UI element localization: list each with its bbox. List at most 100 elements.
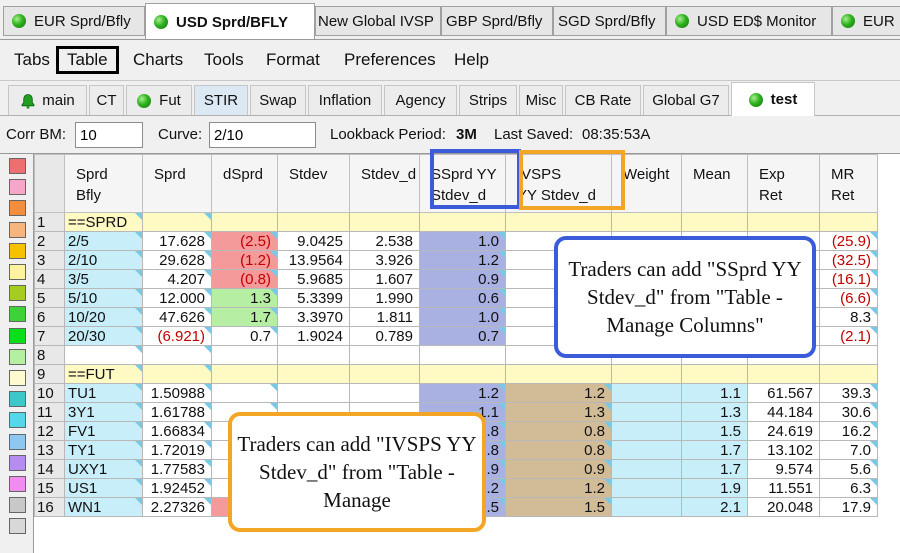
cell-weight[interactable] xyxy=(611,478,682,498)
cell-sprd[interactable]: 29.628 xyxy=(142,250,212,270)
cell-mean[interactable]: 1.7 xyxy=(681,440,748,460)
cell-mr-ret[interactable]: (16.1) xyxy=(819,269,878,289)
window-tab-sgd-sprd-bfly[interactable]: SGD Sprd/Bfly xyxy=(553,6,666,36)
cell-empty[interactable] xyxy=(681,364,748,384)
row-number[interactable]: 6 xyxy=(34,307,65,327)
cell-ivsps-yy-stdev-d[interactable]: 1.5 xyxy=(505,497,612,517)
cell-exp-ret[interactable]: 11.551 xyxy=(747,478,820,498)
cell-ssprd-yy-stdev-d[interactable]: 1.0 xyxy=(419,307,506,327)
cell-stdev[interactable]: 5.3399 xyxy=(277,288,350,308)
cell-sprd[interactable]: 1.61788 xyxy=(142,402,212,422)
cell-mean[interactable]: 1.7 xyxy=(681,459,748,479)
cell-ssprd-yy-stdev-d[interactable]: 1.0 xyxy=(419,231,506,251)
cell-mean[interactable]: 1.5 xyxy=(681,421,748,441)
tab-test[interactable]: test xyxy=(731,82,815,116)
cell-empty[interactable] xyxy=(142,212,212,232)
column-header[interactable]: MR Ret xyxy=(819,154,878,213)
cell-sprd[interactable]: 17.628 xyxy=(142,231,212,251)
cell-name[interactable]: 5/10 xyxy=(64,288,143,308)
color-swatch[interactable] xyxy=(9,264,26,280)
cell-sprd[interactable]: 1.72019 xyxy=(142,440,212,460)
cell-empty[interactable] xyxy=(277,345,350,365)
cell-weight[interactable] xyxy=(611,402,682,422)
cell-empty[interactable] xyxy=(211,212,278,232)
cell-empty[interactable] xyxy=(211,345,278,365)
color-swatch[interactable] xyxy=(9,391,26,408)
cell-stdev[interactable] xyxy=(277,383,350,403)
cell-dsprd[interactable]: 1.3 xyxy=(211,288,278,308)
menu-help[interactable]: Help xyxy=(446,46,497,74)
cell-stdev[interactable]: 13.9564 xyxy=(277,250,350,270)
cell-mr-ret[interactable]: 7.0 xyxy=(819,440,878,460)
cell-dsprd[interactable]: (2.5) xyxy=(211,231,278,251)
cell-empty[interactable] xyxy=(277,212,350,232)
row-number[interactable]: 8 xyxy=(34,345,65,365)
cell-name[interactable]: WN1 xyxy=(64,497,143,517)
row-number[interactable]: 3 xyxy=(34,250,65,270)
cell-name[interactable]: 3/5 xyxy=(64,269,143,289)
tab-agency[interactable]: Agency xyxy=(384,85,457,115)
cell-mr-ret[interactable]: 16.2 xyxy=(819,421,878,441)
color-swatch[interactable] xyxy=(9,221,26,238)
cell-mr-ret[interactable]: 8.3 xyxy=(819,307,878,327)
row-number[interactable]: 1 xyxy=(34,212,65,232)
color-swatch[interactable] xyxy=(9,179,26,196)
cell-weight[interactable] xyxy=(611,497,682,517)
cell-weight[interactable] xyxy=(611,459,682,479)
cell-exp-ret[interactable]: 9.574 xyxy=(747,459,820,479)
window-tab-usd-sprd-bfly[interactable]: USD Sprd/BFLY xyxy=(145,3,315,39)
cell-stdev[interactable]: 3.3970 xyxy=(277,307,350,327)
cell-ivsps-yy-stdev-d[interactable]: 0.8 xyxy=(505,440,612,460)
cell-name[interactable]: 3Y1 xyxy=(64,402,143,422)
cell-empty[interactable] xyxy=(747,364,820,384)
cell-weight[interactable] xyxy=(611,421,682,441)
cell-ssprd-yy-stdev-d[interactable]: 0.9 xyxy=(419,269,506,289)
menu-format[interactable]: Format xyxy=(258,46,328,74)
cell-dsprd[interactable]: (0.8) xyxy=(211,269,278,289)
column-header[interactable]: Stdev_d xyxy=(349,154,420,213)
cell-name[interactable] xyxy=(64,345,143,365)
cell-name[interactable]: UXY1 xyxy=(64,459,143,479)
menu-preferences[interactable]: Preferences xyxy=(336,46,444,74)
cell-stdev[interactable]: 5.9685 xyxy=(277,269,350,289)
color-swatch[interactable] xyxy=(9,348,26,365)
cell-dsprd[interactable]: 1.7 xyxy=(211,307,278,327)
cell-dsprd[interactable]: (1.2) xyxy=(211,250,278,270)
tab-misc[interactable]: Misc xyxy=(519,85,563,115)
column-header[interactable]: dSprd xyxy=(211,154,278,213)
cell-empty[interactable] xyxy=(505,364,612,384)
menu-charts[interactable]: Charts xyxy=(125,46,191,74)
row-number[interactable]: 10 xyxy=(34,383,65,403)
cell-exp-ret[interactable]: 20.048 xyxy=(747,497,820,517)
table-row[interactable]: 9 ==FUT xyxy=(34,364,878,384)
cell-ivsps-yy-stdev-d[interactable]: 1.2 xyxy=(505,383,612,403)
cell-empty[interactable] xyxy=(747,212,820,232)
cell-sprd[interactable]: 1.77583 xyxy=(142,459,212,479)
cell-mr-ret[interactable]: 39.3 xyxy=(819,383,878,403)
tab-ct[interactable]: CT xyxy=(89,85,124,115)
cell-stdev[interactable]: 9.0425 xyxy=(277,231,350,251)
cell-stdev-d[interactable]: 2.538 xyxy=(349,231,420,251)
cell-empty[interactable] xyxy=(277,364,350,384)
tab-inflation[interactable]: Inflation xyxy=(308,85,382,115)
row-number[interactable]: 11 xyxy=(34,402,65,422)
color-swatch[interactable] xyxy=(9,306,26,323)
color-swatch[interactable] xyxy=(9,327,26,344)
cell-name[interactable]: FV1 xyxy=(64,421,143,441)
window-tab-eur[interactable]: EUR xyxy=(832,6,900,36)
cell-name[interactable]: 10/20 xyxy=(64,307,143,327)
cell-stdev-d[interactable] xyxy=(349,383,420,403)
cell-mr-ret[interactable]: (6.6) xyxy=(819,288,878,308)
cell-ivsps-yy-stdev-d[interactable]: 0.9 xyxy=(505,459,612,479)
cell-sprd[interactable]: 1.92452 xyxy=(142,478,212,498)
tab-cb-rate[interactable]: CB Rate xyxy=(565,85,641,115)
column-header[interactable]: Exp Ret xyxy=(747,154,820,213)
cell-weight[interactable] xyxy=(611,440,682,460)
cell-sprd[interactable]: (6.921) xyxy=(142,326,212,346)
color-swatch[interactable] xyxy=(9,433,26,450)
cell-exp-ret[interactable]: 24.619 xyxy=(747,421,820,441)
window-tab-new-global-ivsp[interactable]: New Global IVSP xyxy=(315,6,441,36)
tab-strips[interactable]: Strips xyxy=(459,85,517,115)
cell-mr-ret[interactable]: 5.6 xyxy=(819,459,878,479)
cell-mr-ret[interactable]: 30.6 xyxy=(819,402,878,422)
